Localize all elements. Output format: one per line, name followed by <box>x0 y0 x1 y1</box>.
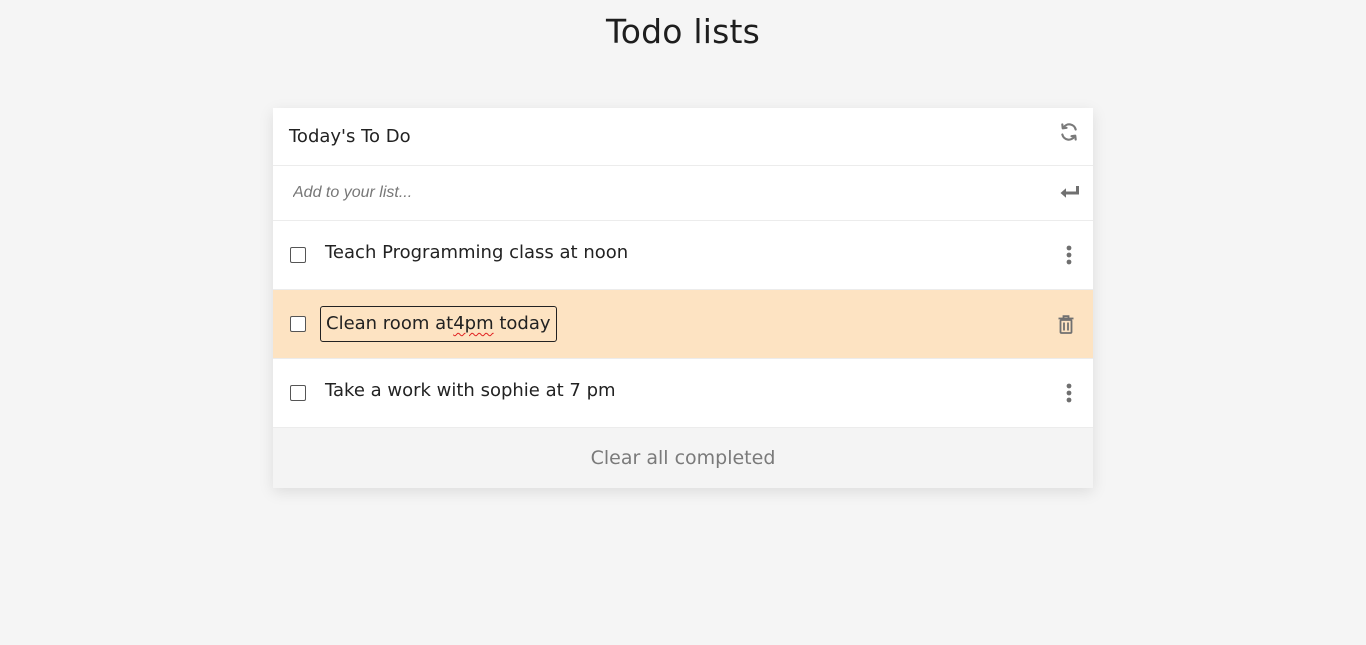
todo-edit-text-before: Clean room at <box>326 313 454 334</box>
todo-checkbox[interactable] <box>290 247 306 263</box>
add-item-row <box>273 166 1093 221</box>
todo-checkbox[interactable] <box>290 316 306 332</box>
enter-icon[interactable] <box>1059 182 1081 204</box>
card-header: Today's To Do <box>273 108 1093 166</box>
clear-completed-button[interactable]: Clear all completed <box>273 428 1093 488</box>
todo-edit-text-after: today <box>493 313 551 334</box>
todo-item-editing: Clean room at 4pm today <box>273 290 1093 359</box>
card-title: Today's To Do <box>289 126 411 147</box>
todo-checkbox[interactable] <box>290 385 306 401</box>
todo-item: Teach Programming class at noon <box>273 221 1093 290</box>
refresh-icon[interactable] <box>1057 120 1081 144</box>
page-title: Todo lists <box>605 12 761 51</box>
todo-text[interactable]: Take a work with sophie at 7 pm <box>325 380 616 401</box>
todo-edit-text-misspelled: 4pm <box>453 313 494 334</box>
todo-item: Take a work with sophie at 7 pm <box>273 359 1093 428</box>
todo-edit-field[interactable]: Clean room at 4pm today <box>320 306 557 342</box>
todo-card: Today's To Do Teach Programming class at… <box>273 108 1093 488</box>
trash-icon[interactable] <box>1057 314 1075 334</box>
todo-text[interactable]: Teach Programming class at noon <box>325 242 628 263</box>
add-item-input[interactable] <box>289 178 1037 208</box>
more-vertical-icon[interactable] <box>1061 245 1077 265</box>
more-vertical-icon[interactable] <box>1061 383 1077 403</box>
